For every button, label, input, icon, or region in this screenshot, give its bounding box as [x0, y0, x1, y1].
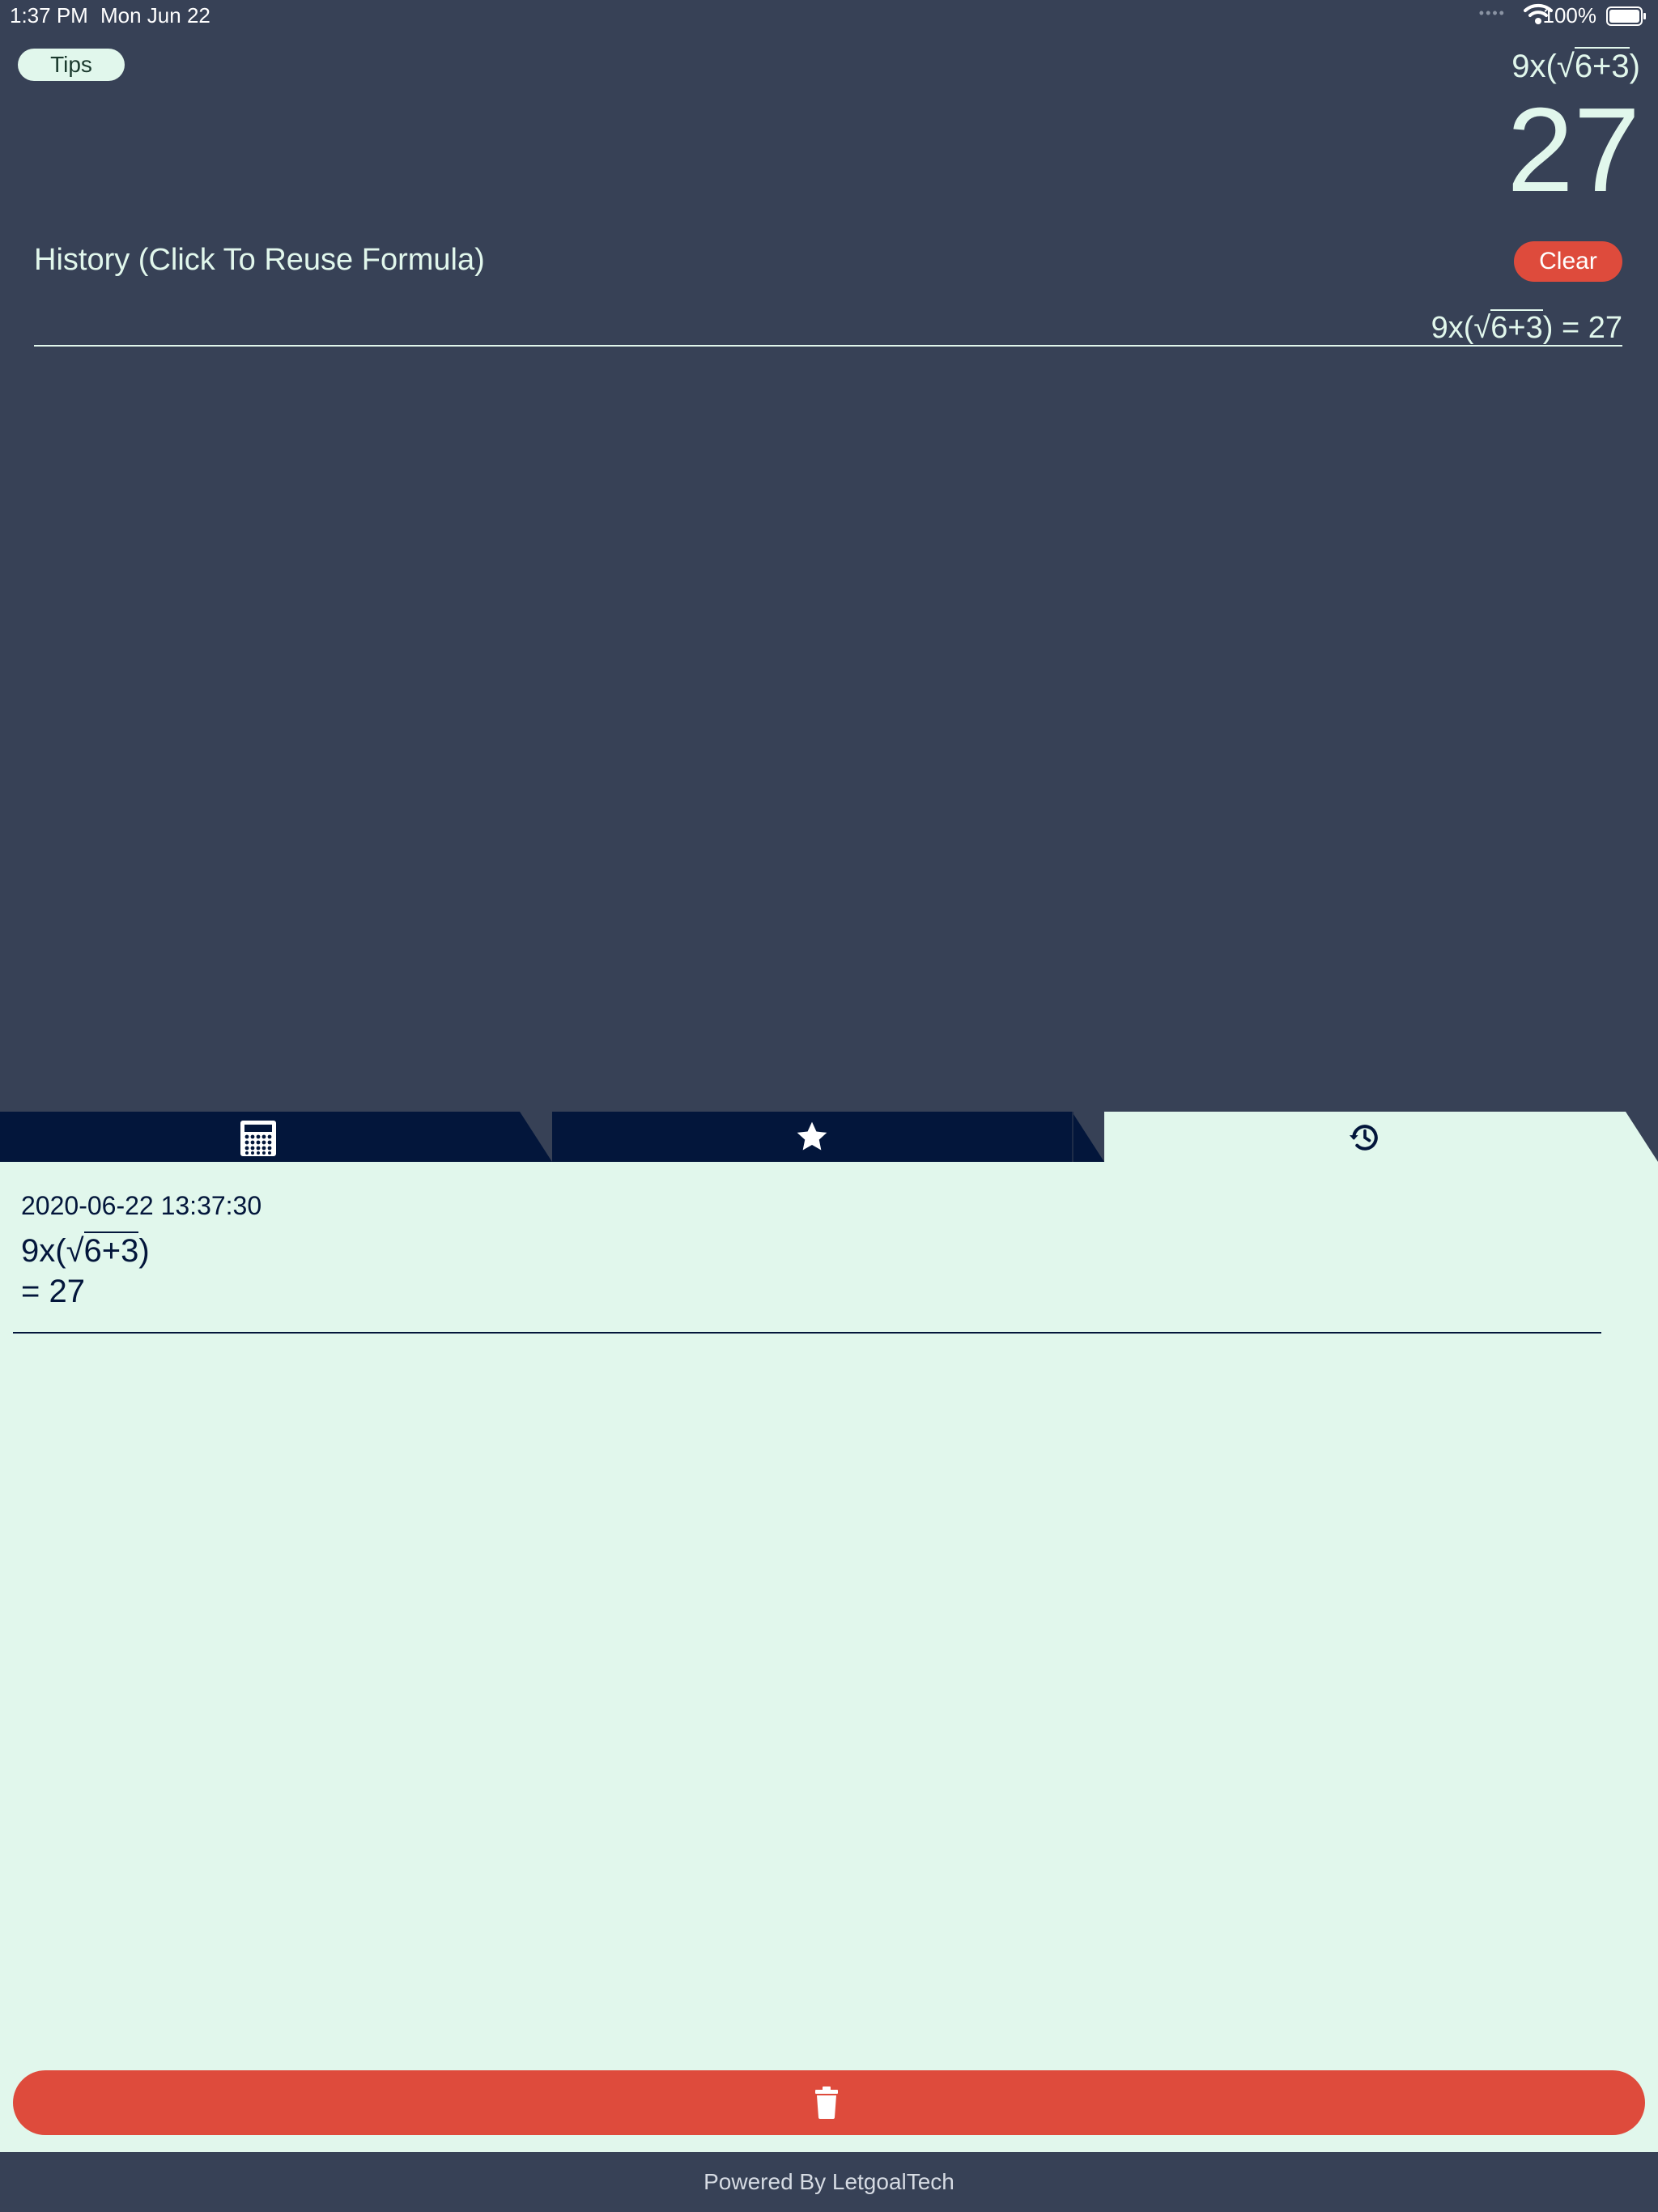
status-date: Mon Jun 22	[100, 3, 210, 28]
history-divider	[34, 345, 1622, 347]
history-panel: 2020-06-22 13:37:30 9x(√6+3) = 27	[0, 1162, 1658, 2152]
entry-timestamp: 2020-06-22 13:37:30	[21, 1191, 262, 1220]
clear-button[interactable]: Clear	[1514, 241, 1622, 282]
result-display: 27	[1507, 83, 1640, 217]
trash-icon	[815, 2087, 838, 2119]
status-bar: 1:37 PM Mon Jun 22 •••• 100%	[0, 0, 1658, 32]
entry-formula-suffix: )	[138, 1233, 150, 1269]
formula-radicand: 6+3	[1574, 47, 1630, 84]
formula-prefix: 9x(√	[1511, 49, 1575, 84]
entry-result: = 27	[21, 1274, 85, 1309]
history-title: History (Click To Reuse Formula)	[34, 243, 485, 277]
tab-history[interactable]	[1104, 1112, 1658, 1162]
history-item-suffix: ) = 27	[1542, 311, 1622, 345]
history-item[interactable]: 9x(√6+3) = 27	[1431, 309, 1622, 346]
footer: Powered By LetgoalTech	[0, 2152, 1658, 2212]
tab-calculator[interactable]	[0, 1112, 552, 1162]
entry-divider	[13, 1332, 1601, 1334]
tips-button[interactable]: Tips	[18, 49, 125, 81]
tab-bar	[0, 1112, 1658, 1162]
delete-all-button[interactable]	[13, 2070, 1645, 2135]
history-icon	[1349, 1125, 1378, 1151]
entry-formula: 9x(√6+3)	[21, 1231, 150, 1270]
tab-favorites[interactable]	[552, 1112, 1104, 1162]
battery-icon	[1606, 6, 1646, 26]
star-icon	[797, 1121, 827, 1151]
current-formula: 9x(√6+3)	[1511, 47, 1640, 85]
status-time: 1:37 PM	[10, 3, 88, 28]
entry-formula-radicand: 6+3	[83, 1231, 139, 1269]
tab-separator	[1072, 1112, 1073, 1162]
entry-formula-prefix: 9x(√	[21, 1233, 84, 1269]
calculator-icon	[240, 1121, 276, 1156]
history-item-radicand: 6+3	[1490, 309, 1543, 345]
cellular-dots-icon: ••••	[1478, 5, 1506, 21]
formula-suffix: )	[1629, 49, 1640, 84]
history-item-prefix: 9x(√	[1431, 311, 1491, 345]
battery-percent: 100%	[1542, 3, 1597, 28]
